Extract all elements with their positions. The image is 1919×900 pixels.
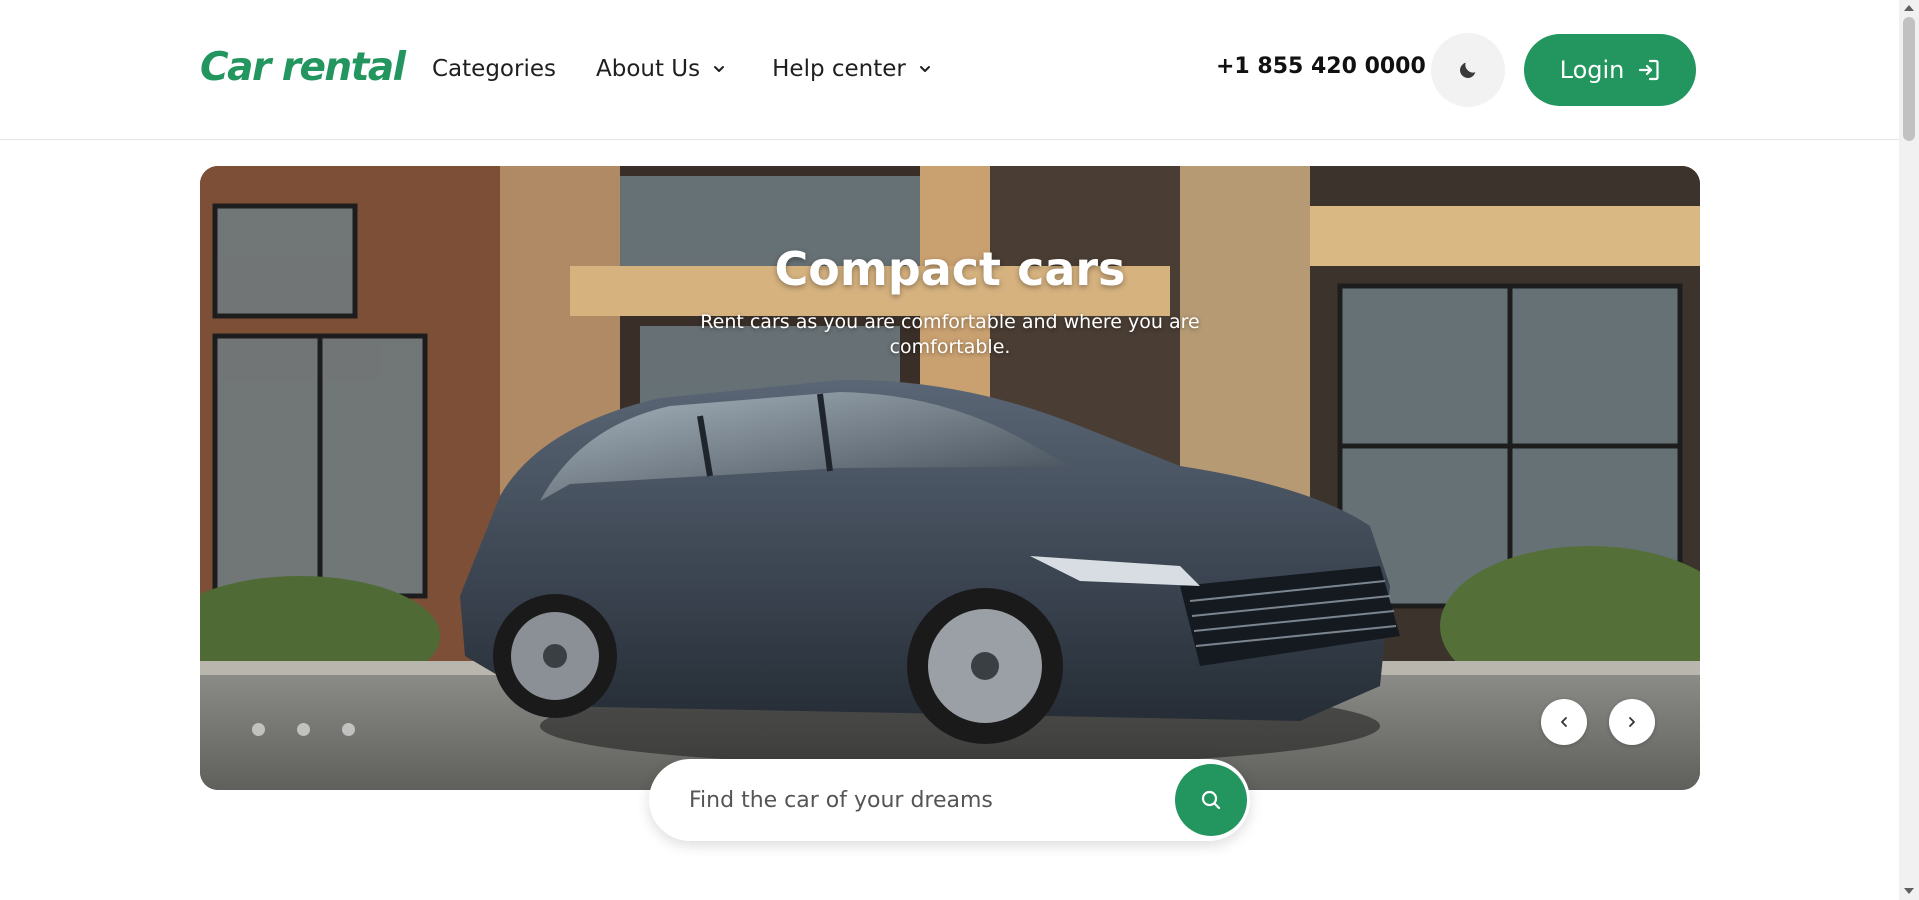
hero-subtitle: Rent cars as you are comfortable and whe… [700, 311, 1200, 358]
chevron-down-icon [919, 66, 930, 72]
theme-toggle-button[interactable] [1431, 33, 1505, 107]
nav-item-help-center[interactable]: Help center [772, 56, 932, 82]
site-header: Car rental Categories About Us Help cent… [0, 0, 1899, 140]
hero-slider: Compact cars Rent cars as you are comfor… [200, 166, 1700, 790]
search-input[interactable] [689, 779, 1109, 821]
sign-in-icon [1639, 59, 1659, 81]
moon-icon [1460, 62, 1476, 78]
chevron-right-icon [1629, 717, 1635, 727]
car-search-bar [649, 759, 1250, 841]
phone-number-link[interactable]: +1 855 420 0000 [1216, 54, 1426, 79]
hero-title: Compact cars [774, 242, 1126, 296]
nav-item-categories[interactable]: Categories [432, 56, 556, 82]
slider-dot-2[interactable] [297, 723, 310, 736]
scroll-down-arrow-icon[interactable] [1904, 888, 1914, 894]
slider-pagination [252, 723, 387, 736]
slider-dot-1[interactable] [252, 723, 265, 736]
chevron-down-icon [714, 66, 725, 72]
site-logo[interactable]: Car rental [200, 45, 406, 90]
chevron-left-icon [1561, 717, 1567, 727]
search-icon [1201, 790, 1221, 810]
login-button-label: Login [1559, 56, 1625, 84]
slider-dot-3[interactable] [342, 723, 355, 736]
nav-item-label: Categories [432, 56, 556, 82]
main-nav: Categories About Us Help center [432, 56, 932, 82]
search-button[interactable] [1175, 764, 1247, 836]
slider-next-button[interactable] [1609, 699, 1655, 745]
page-scrollbar[interactable] [1899, 0, 1919, 900]
nav-item-about-us[interactable]: About Us [596, 56, 726, 82]
scrollbar-thumb[interactable] [1903, 17, 1915, 141]
login-button[interactable]: Login [1524, 34, 1696, 106]
nav-item-label: Help center [772, 56, 906, 82]
nav-item-label: About Us [595, 56, 701, 82]
slider-prev-button[interactable] [1541, 699, 1587, 745]
scroll-up-arrow-icon[interactable] [1904, 5, 1914, 11]
